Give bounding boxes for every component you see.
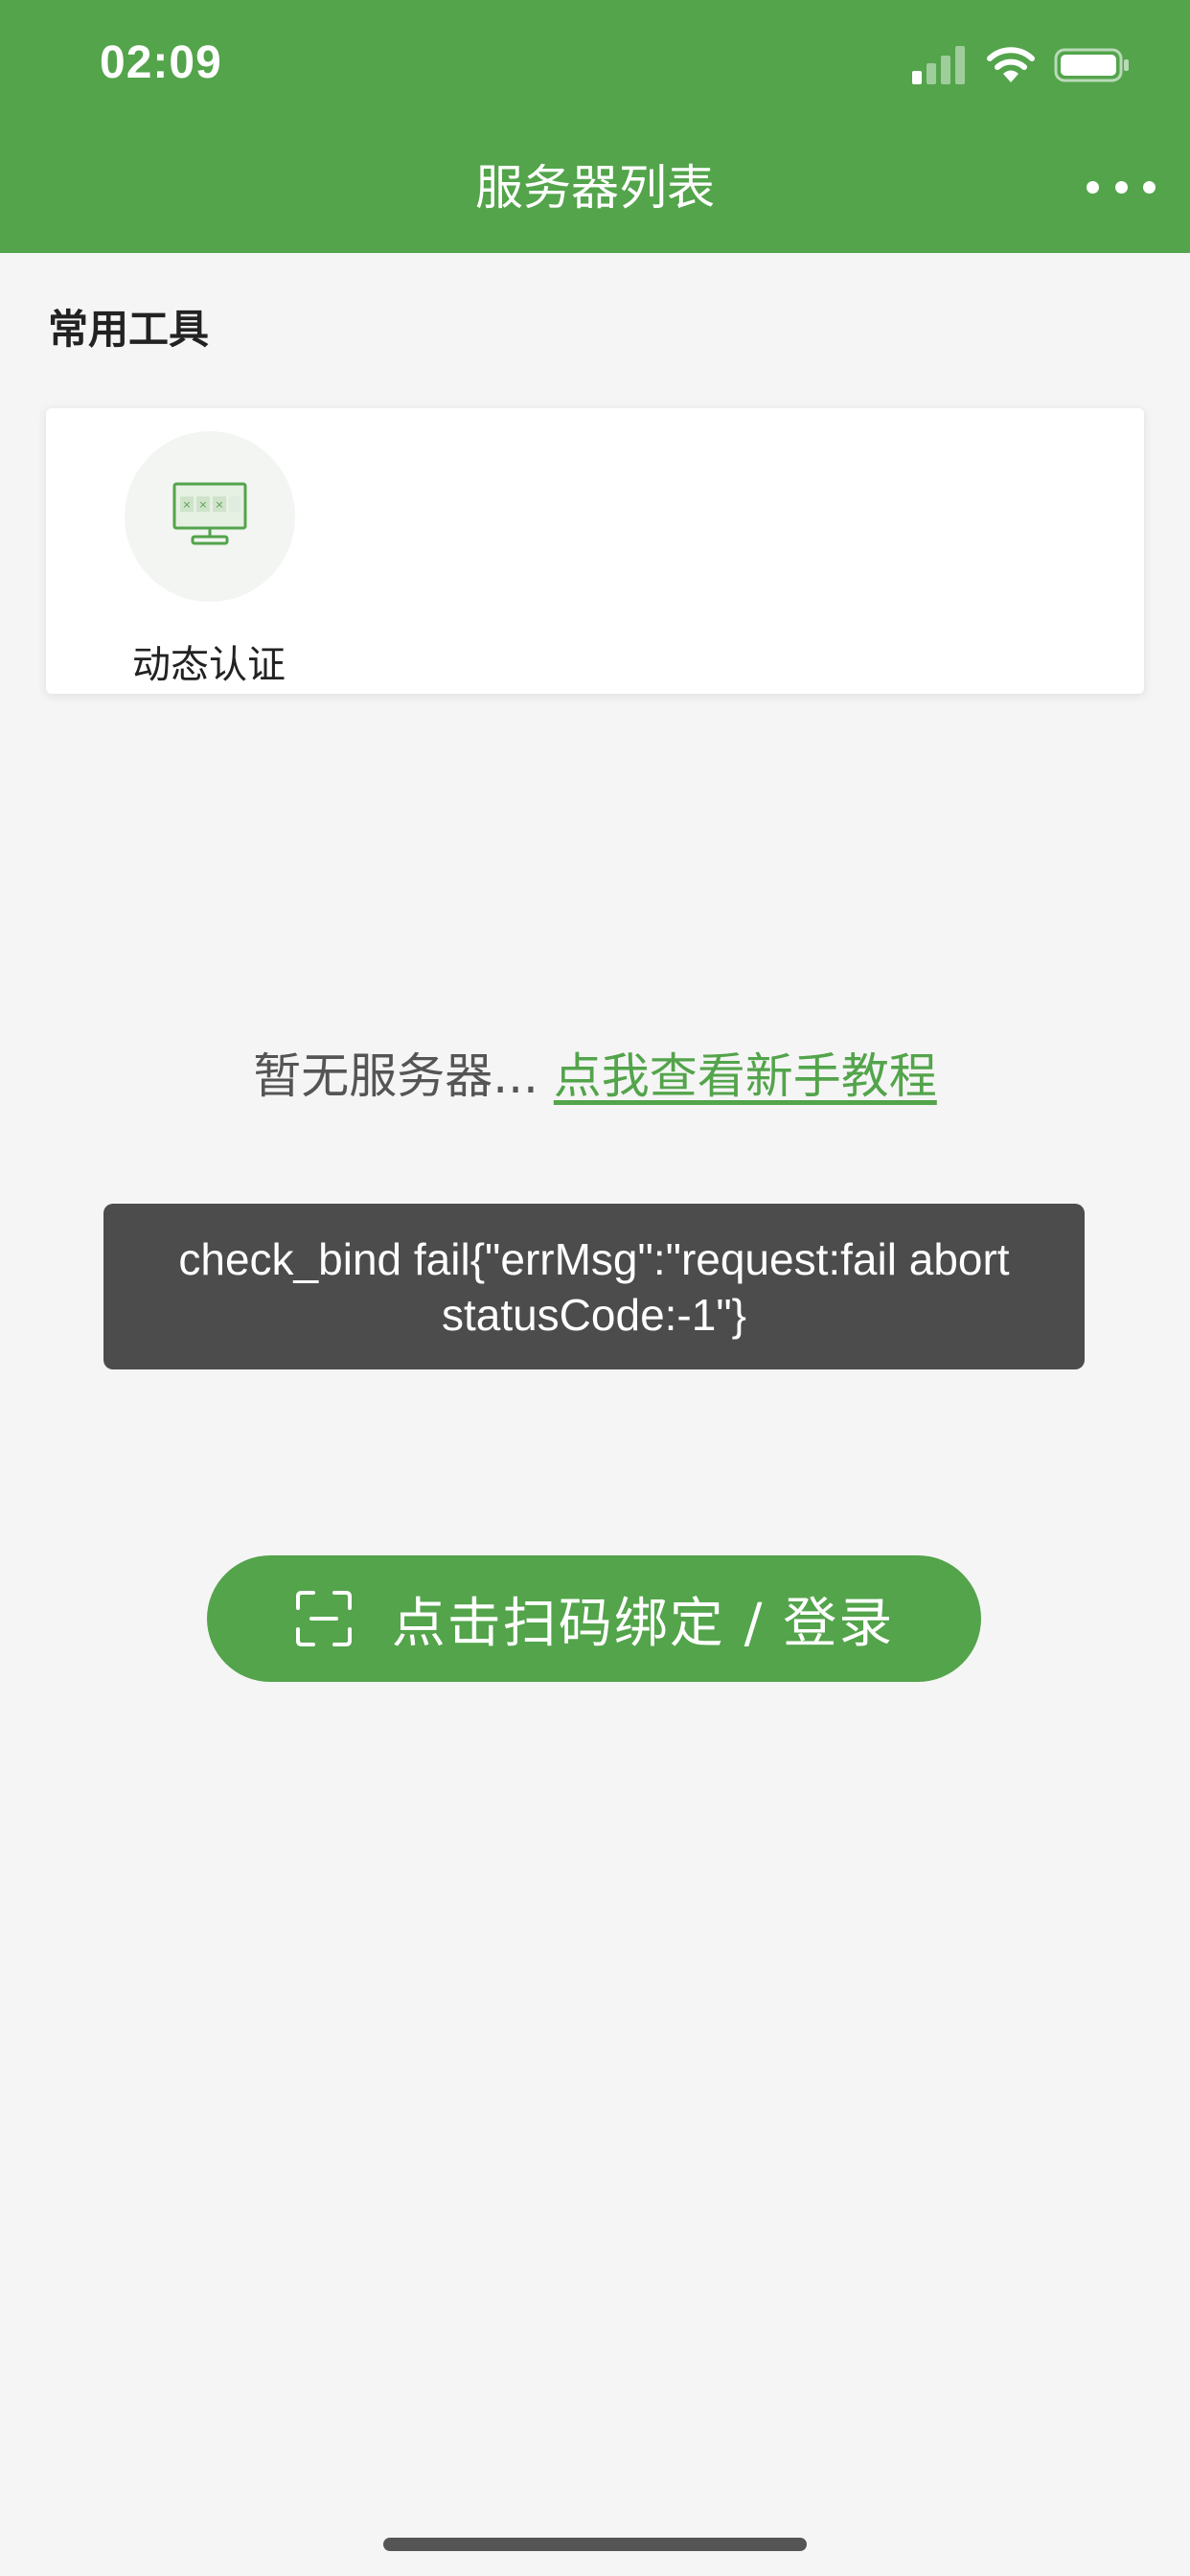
empty-state: 暂无服务器... 点我查看新手教程 (0, 1043, 1190, 1110)
scan-bind-login-button[interactable]: 点击扫码绑定 / 登录 (207, 1555, 981, 1682)
app-header: 02:09 服务器列表 (0, 0, 1190, 253)
status-time: 02:09 (100, 37, 222, 88)
error-toast: check_bind fail{"errMsg":"request:fail a… (103, 1204, 1085, 1369)
monitor-icon: × × × (172, 482, 247, 545)
more-dot-icon (1143, 180, 1156, 194)
battery-icon (1054, 48, 1129, 82)
svg-text:×: × (215, 498, 223, 511)
tool-dynamic-auth[interactable]: × × × 动态认证 (113, 431, 305, 687)
tool-icon-wrapper: × × × (125, 431, 295, 602)
more-dot-icon (1114, 180, 1128, 194)
tools-card: × × × 动态认证 (46, 408, 1144, 694)
more-options-button[interactable] (1087, 165, 1156, 209)
toast-message: check_bind fail{"errMsg":"request:fail a… (178, 1233, 1010, 1340)
cellular-signal-icon (912, 46, 966, 84)
tool-label: 动态认证 (132, 643, 286, 687)
tutorial-link[interactable]: 点我查看新手教程 (554, 1048, 937, 1104)
wifi-icon (987, 47, 1035, 82)
page-title: 服务器列表 (475, 160, 715, 216)
home-indicator (383, 2538, 807, 2551)
svg-text:×: × (182, 498, 191, 511)
svg-text:×: × (198, 498, 207, 511)
more-dot-icon (1087, 180, 1099, 194)
empty-state-text: 暂无服务器... (253, 1048, 538, 1104)
section-title: 常用工具 (48, 306, 210, 353)
scan-icon (295, 1591, 352, 1646)
scan-button-label: 点击扫码绑定 / 登录 (391, 1592, 895, 1655)
